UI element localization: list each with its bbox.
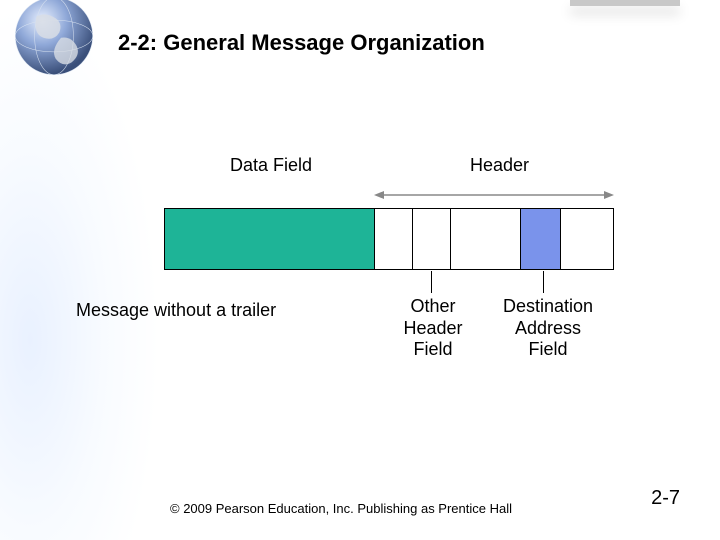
data-field-label: Data Field	[230, 155, 312, 176]
callout-tick	[431, 271, 432, 293]
callout-tick	[543, 271, 544, 293]
page-number: 2-7	[651, 487, 680, 510]
other-header-field-label: OtherHeaderField	[388, 296, 478, 361]
destination-address-segment	[521, 209, 561, 269]
header-segment	[413, 209, 451, 269]
header-label: Header	[470, 155, 529, 176]
header-segment	[375, 209, 413, 269]
header-segment	[451, 209, 521, 269]
slide-title: 2-2: General Message Organization	[118, 30, 485, 56]
header-extent-arrow	[374, 188, 614, 200]
header-segment	[561, 209, 613, 269]
data-field-segment	[165, 209, 375, 269]
destination-address-field-label: DestinationAddressField	[488, 296, 608, 361]
message-caption: Message without a trailer	[76, 300, 276, 321]
top-decoration-bar	[570, 0, 680, 6]
copyright-footer: © 2009 Pearson Education, Inc. Publishin…	[170, 501, 512, 516]
globe-icon	[10, 0, 98, 80]
message-structure-diagram	[164, 208, 614, 270]
background-gradient	[0, 0, 160, 540]
